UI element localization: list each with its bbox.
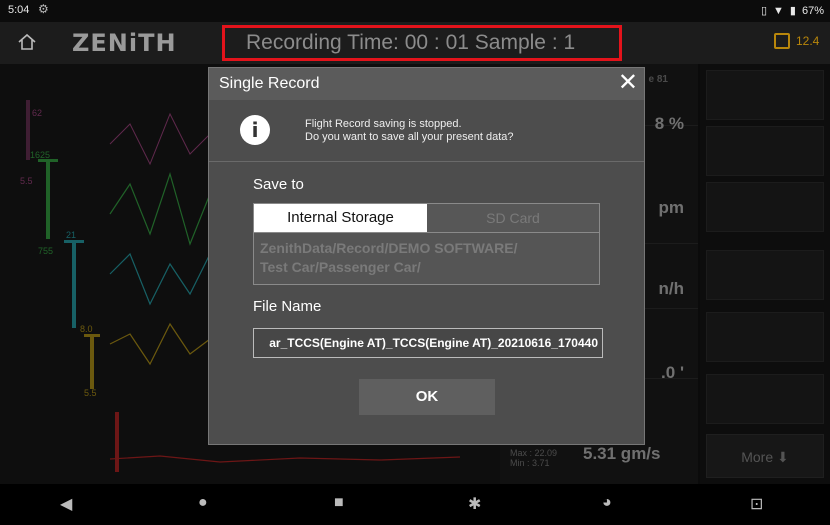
status-icons: ▯ ▼ ▮ 67% — [760, 4, 824, 18]
file-name-value: ar_TCCS(Engine AT)_TCCS(Engine AT)_20210… — [269, 336, 598, 350]
tab-sd-card[interactable]: SD Card — [427, 204, 599, 232]
recents-icon[interactable]: ■ — [334, 494, 344, 512]
clock: 5:04 — [8, 4, 30, 16]
app-header: ZENiTH Recording Time: 00 : 01 Sample : … — [0, 22, 830, 64]
battery-percent: 67% — [801, 4, 824, 17]
zenith-logo: ZENiTH — [72, 29, 177, 57]
file-name-field[interactable]: ar_TCCS(Engine AT)_TCCS(Engine AT)_20210… — [253, 328, 603, 358]
dialog-title: Single Record — [219, 75, 320, 92]
vibrate-icon: ▯ — [760, 5, 768, 17]
wifi-icon: ▼ — [773, 4, 784, 17]
ok-button[interactable]: OK — [359, 379, 495, 415]
home-circle-icon[interactable]: ● — [198, 494, 208, 512]
save-to-label: Save to — [253, 176, 304, 193]
message-line: Do you want to save all your present dat… — [305, 131, 514, 143]
tab-internal-storage[interactable]: Internal Storage — [254, 204, 427, 232]
path-line: Test Car/Passenger Car/ — [260, 259, 421, 275]
settings-icon[interactable]: ✱ — [468, 494, 481, 514]
recording-status: Recording Time: 00 : 01 Sample : 1 — [246, 31, 576, 54]
single-record-dialog: Single Record ✕ i Flight Record saving i… — [208, 67, 645, 445]
screenshot-icon[interactable]: ⊡ — [750, 494, 763, 514]
path-line: ZenithData/Record/DEMO SOFTWARE/ — [260, 240, 518, 256]
settings-gear-icon: ⚙ — [38, 2, 49, 16]
battery-calendar-icon — [774, 33, 790, 49]
browser-icon[interactable]: ◕ — [602, 494, 612, 512]
save-path: ZenithData/Record/DEMO SOFTWARE/ Test Ca… — [260, 239, 595, 277]
battery-voltage: 12.4 — [796, 34, 820, 48]
status-bar: 5:04 ⚙ ▯ ▼ ▮ 67% — [0, 0, 830, 22]
back-icon[interactable]: ◀ — [60, 494, 72, 514]
home-icon[interactable] — [16, 31, 38, 53]
navigation-bar: ◀ ● ■ ✱ ◕ ⊡ — [0, 484, 830, 525]
storage-tabs: Internal Storage SD Card — [253, 203, 600, 233]
dialog-message: Flight Record saving is stopped. Do you … — [305, 118, 514, 144]
message-line: Flight Record saving is stopped. — [305, 118, 462, 130]
close-icon[interactable]: ✕ — [618, 70, 638, 96]
file-name-label: File Name — [253, 298, 322, 315]
battery-icon: ▮ — [789, 5, 796, 17]
save-path-box: ZenithData/Record/DEMO SOFTWARE/ Test Ca… — [253, 233, 600, 285]
dialog-message-row: i Flight Record saving is stopped. Do yo… — [209, 100, 644, 162]
dialog-title-bar: Single Record ✕ — [209, 68, 644, 100]
info-icon: i — [240, 115, 270, 145]
